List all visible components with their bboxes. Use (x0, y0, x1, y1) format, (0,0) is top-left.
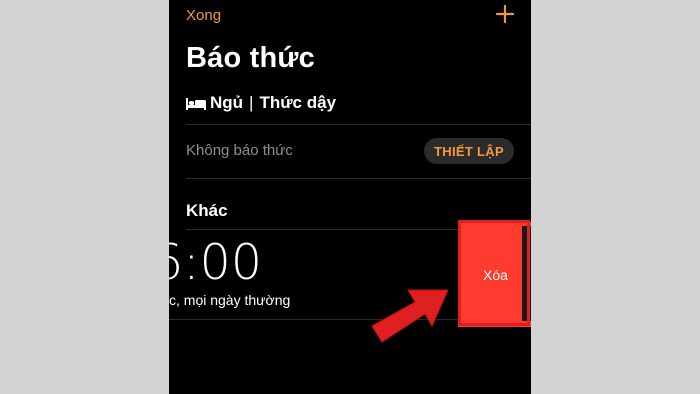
sleep-label: Ngủ (210, 93, 244, 112)
bed-icon (186, 98, 206, 110)
no-alarm-text: Không báo thức (186, 142, 293, 159)
add-alarm-button[interactable] (494, 3, 516, 25)
setup-button[interactable]: THIẾT LẬP (424, 138, 514, 164)
done-button[interactable]: Xong (186, 7, 221, 24)
section-header-other: Khác (186, 201, 228, 220)
annotation-highlight-box (458, 220, 530, 326)
annotation-arrow-icon (371, 289, 449, 343)
alarm-repeat-label: c, mọi ngày thường (169, 292, 291, 308)
divider (186, 124, 531, 125)
page-title: Báo thức (186, 42, 315, 74)
divider (186, 178, 531, 179)
plus-icon (495, 4, 515, 24)
wake-label: Thức dậy (259, 93, 337, 112)
separator: | (249, 93, 254, 112)
alarm-time[interactable]: 6:00 (169, 234, 262, 291)
phone-screen: Xong Báo thức Ngủ | Thức dậy Không báo t… (169, 0, 531, 394)
sleep-wake-row: Ngủ | Thức dậy (186, 93, 336, 113)
